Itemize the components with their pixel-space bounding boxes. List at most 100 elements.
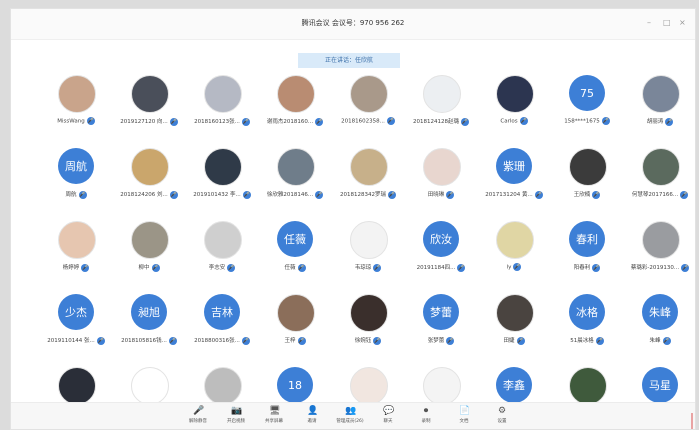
participant-tile[interactable]: 胡丽涛 🎤 bbox=[625, 75, 695, 145]
toolbar-label: 聊天 bbox=[383, 419, 393, 424]
participant-tile[interactable]: ly 🎤 bbox=[479, 221, 549, 291]
participant-tile[interactable]: MissWang 🎤 bbox=[41, 75, 111, 145]
participant-name: 柳中 🎤 bbox=[114, 263, 184, 272]
meeting-title: 腾讯会议 会议号：970 956 262 bbox=[301, 19, 405, 27]
participant-name-text: 杨婷婷 bbox=[62, 265, 80, 271]
close-icon[interactable]: × bbox=[679, 19, 687, 27]
participant-tile[interactable]: 田晓琳 🎤 bbox=[406, 148, 476, 218]
participant-tile[interactable]: 任薇 任薇 🎤 bbox=[260, 221, 330, 291]
mic-icon: 🎤 bbox=[168, 336, 177, 345]
participant-tile[interactable]: 2018124206 刘... 🎤 bbox=[114, 148, 184, 218]
participant-name: 谢雨杰2018160... 🎤 bbox=[260, 117, 330, 126]
doc-icon: 📄 bbox=[459, 406, 471, 416]
toolbar-button[interactable]: 👥 管理成员(26) bbox=[333, 406, 367, 428]
toolbar-label: 录制 bbox=[421, 419, 431, 424]
participant-tile[interactable]: 韦琼琼 🎤 bbox=[333, 221, 403, 291]
participant-tile[interactable]: 朱峰 朱峰 🎤 bbox=[625, 294, 695, 364]
participant-tile[interactable]: 2019101432 李... 🎤 bbox=[187, 148, 257, 218]
participant-tile[interactable]: 柳中 🎤 bbox=[114, 221, 184, 291]
participant-name-text: 蔡璐彩-2019130... bbox=[630, 265, 680, 271]
minimize-icon[interactable]: – bbox=[647, 19, 655, 27]
participant-avatar bbox=[277, 294, 315, 332]
participant-name-text: 2018800316张... bbox=[194, 338, 240, 344]
participant-tile[interactable]: 何慧琴2017166... 🎤 bbox=[625, 148, 695, 218]
participant-tile[interactable]: 蔡璐彩-2019130... 🎤 bbox=[625, 221, 695, 291]
participant-name-text: 柳中 bbox=[138, 265, 150, 271]
toolbar-label: 共享屏幕 bbox=[265, 419, 283, 424]
toolbar-button[interactable]: 📷 开启视频 bbox=[219, 406, 253, 428]
participant-tile[interactable]: 周航周航 🎤 bbox=[41, 148, 111, 218]
toolbar-button[interactable]: 🖥 共享屏幕 bbox=[257, 406, 291, 428]
participant-name: 田晓琳 🎤 bbox=[406, 190, 476, 199]
participant-name: 2019110144 张... 🎤 bbox=[41, 336, 111, 345]
participant-avatar: 18 bbox=[277, 367, 313, 403]
toolbar-button[interactable]: 👤 邀请 bbox=[295, 406, 329, 428]
participant-tile[interactable]: 2018124128赵璐 🎤 bbox=[406, 75, 476, 145]
participant-tile[interactable]: 75 158****1675 🎤 bbox=[552, 75, 622, 145]
toolbar-button[interactable]: ⚙ 设置 bbox=[485, 406, 519, 428]
mic-icon: 🎤 bbox=[193, 406, 205, 416]
participant-name: 2018105816钱... 🎤 bbox=[114, 336, 184, 345]
participant-avatar bbox=[496, 294, 534, 332]
participant-avatar bbox=[58, 221, 96, 259]
participant-tile[interactable]: 2018128342罗瑞 🎤 bbox=[333, 148, 403, 218]
participant-name: 韦琼琼 🎤 bbox=[333, 263, 403, 272]
record-icon: ⏺ bbox=[423, 406, 429, 416]
participant-avatar bbox=[350, 367, 388, 405]
participant-tile[interactable]: 徐欣雅2018146... 🎤 bbox=[260, 148, 330, 218]
maximize-icon[interactable]: □ bbox=[663, 19, 671, 27]
screen-share-icon: 🖥 bbox=[269, 406, 281, 416]
participant-tile[interactable]: 冰格 51晨冰格 🎤 bbox=[552, 294, 622, 364]
toolbar-button[interactable]: 🎤 解除静音 bbox=[181, 406, 215, 428]
participant-tile[interactable]: 紫珊 2017131204 黄... 🎤 bbox=[479, 148, 549, 218]
toolbar-button[interactable]: ⏺ 录制 bbox=[409, 406, 443, 428]
toolbar-button[interactable]: 📄 文档 bbox=[447, 406, 481, 428]
mic-icon: 🎤 bbox=[373, 263, 382, 272]
participant-name: 周航 🎤 bbox=[41, 190, 111, 199]
participant-tile[interactable]: Carlos 🎤 bbox=[479, 75, 549, 145]
participant-tile[interactable]: 少杰 2019110144 张... 🎤 bbox=[41, 294, 111, 364]
mic-icon: 🎤 bbox=[227, 263, 236, 272]
participant-tile[interactable]: 2018160123张... 🎤 bbox=[187, 75, 257, 145]
participant-avatar bbox=[496, 75, 534, 113]
participant-tile[interactable]: 20181602358... 🎤 bbox=[333, 75, 403, 145]
toolbar-label: 解除静音 bbox=[189, 419, 207, 424]
mic-icon: 🎤 bbox=[297, 263, 306, 272]
participant-tile[interactable]: 李志安 🎤 bbox=[187, 221, 257, 291]
participant-tile[interactable]: 田婕 🎤 bbox=[479, 294, 549, 364]
participant-tile[interactable]: 欣汝 20191184四... 🎤 bbox=[406, 221, 476, 291]
participant-grid: MissWang 🎤 2019127120 向... 🎤 2018160123张... 🎤… bbox=[41, 75, 690, 405]
mic-icon: 🎤 bbox=[513, 263, 522, 271]
participant-avatar bbox=[277, 75, 315, 113]
participant-avatar bbox=[642, 148, 680, 186]
participant-tile[interactable]: 杨婷婷 🎤 bbox=[41, 221, 111, 291]
mic-icon: 🎤 bbox=[601, 117, 610, 125]
mic-icon: 🎤 bbox=[241, 117, 250, 126]
participant-name-text: 徐婉钰 bbox=[354, 338, 372, 344]
mic-icon: 🎤 bbox=[86, 117, 95, 125]
participant-tile[interactable]: 王欣楠 🎤 bbox=[552, 148, 622, 218]
mic-icon: 🎤 bbox=[151, 263, 160, 272]
participant-name-text: 徐欣雅2018146... bbox=[266, 192, 314, 198]
participant-avatar: 朱峰 bbox=[642, 294, 678, 330]
title-bar: 腾讯会议 会议号：970 956 262 – □ × bbox=[11, 9, 695, 40]
participant-tile[interactable]: 徐婉钰 🎤 bbox=[333, 294, 403, 364]
participant-tile[interactable]: 王梓 🎤 bbox=[260, 294, 330, 364]
participant-tile[interactable]: 谢雨杰2018160... 🎤 bbox=[260, 75, 330, 145]
mic-icon: 🎤 bbox=[592, 190, 601, 199]
toolbar-button[interactable]: 💬 聊天 bbox=[371, 406, 405, 428]
participant-avatar bbox=[423, 367, 461, 405]
participant-tile[interactable]: 春利 阳春利 🎤 bbox=[552, 221, 622, 291]
participant-tile[interactable]: 梦蕾 张梦蕾 🎤 bbox=[406, 294, 476, 364]
mic-icon: 🎤 bbox=[386, 117, 395, 125]
participant-tile[interactable]: 昶旭 2018105816钱... 🎤 bbox=[114, 294, 184, 364]
camera-icon: 📷 bbox=[231, 406, 243, 416]
participant-tile[interactable]: 2019127120 向... 🎤 bbox=[114, 75, 184, 145]
mic-icon: 🎤 bbox=[169, 117, 178, 126]
participant-name: 胡丽涛 🎤 bbox=[625, 117, 695, 126]
participant-avatar: 周航 bbox=[58, 148, 94, 184]
window-edge bbox=[687, 413, 693, 429]
participant-name-text: Carlos bbox=[500, 118, 518, 125]
participant-avatar bbox=[58, 367, 96, 405]
participant-tile[interactable]: 吉林 2018800316张... 🎤 bbox=[187, 294, 257, 364]
